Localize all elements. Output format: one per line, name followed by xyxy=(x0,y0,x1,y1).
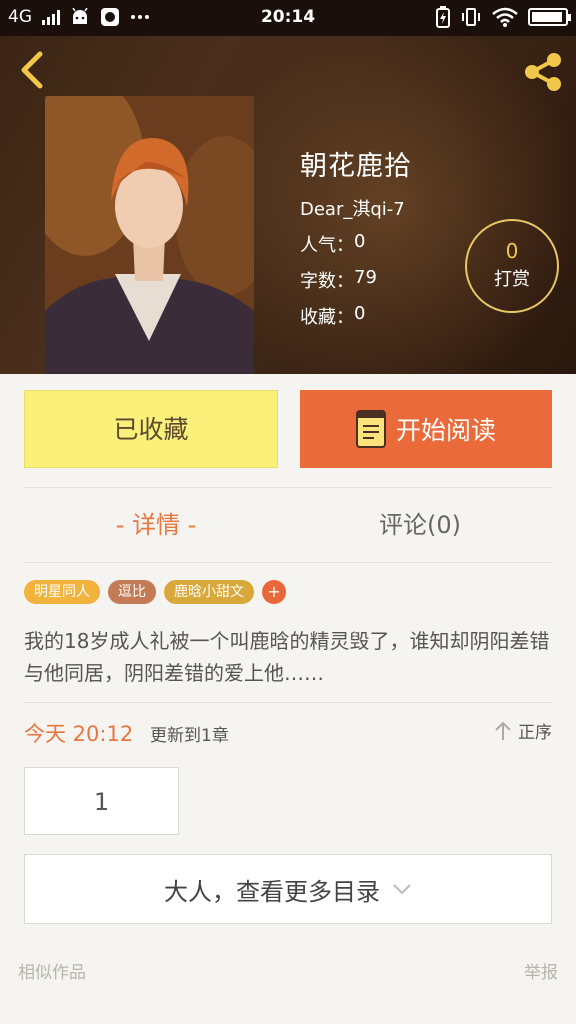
book-title: 朝花鹿拾 xyxy=(300,151,412,182)
report-link[interactable]: 举报 xyxy=(524,958,558,983)
update-date: 今天 20:12 xyxy=(24,722,134,746)
reward-label: 打赏 xyxy=(494,269,530,290)
divider xyxy=(24,487,552,488)
update-note: 更新到1章 xyxy=(150,726,229,746)
share-icon[interactable] xyxy=(520,50,566,94)
arrow-up-icon xyxy=(495,721,511,740)
stat-word-count: 字数： 79 xyxy=(300,267,412,293)
charging-icon xyxy=(436,6,450,28)
book-author[interactable]: Dear_淇qi-7 xyxy=(300,195,412,221)
status-right xyxy=(436,6,571,28)
tab-detail[interactable]: - 详情 - xyxy=(24,505,288,545)
add-tag-button[interactable]: + xyxy=(262,580,286,604)
book-summary: 我的18岁成人礼被一个叫鹿晗的精灵毁了，谁知却阴阳差错与他同居，阴阳差错的爱上他… xyxy=(24,629,550,685)
stat-value: 0 xyxy=(354,303,366,324)
chevron-down-icon xyxy=(393,884,411,895)
book-cover-image[interactable] xyxy=(45,96,254,374)
more-chapters-button[interactable]: 大人，查看更多目录 xyxy=(24,854,552,924)
stat-value: 79 xyxy=(354,267,377,288)
stat-popularity: 人气： 0 xyxy=(300,231,412,257)
reward-button[interactable]: 0 打赏 xyxy=(465,219,559,313)
more-chapters-label: 大人，查看更多目录 xyxy=(164,877,380,906)
book-header: 朝花鹿拾 Dear_淇qi-7 人气： 0 字数： 79 收藏： 0 0 打赏 xyxy=(0,36,576,374)
tag-list: 明星同人 逗比 鹿晗小甜文 + xyxy=(24,580,286,604)
stat-label: 收藏： xyxy=(300,307,354,328)
stat-label: 人气： xyxy=(300,235,354,256)
stat-label: 字数： xyxy=(300,271,354,292)
similar-works-link[interactable]: 相似作品 xyxy=(18,958,86,983)
divider xyxy=(24,702,552,703)
tag[interactable]: 明星同人 xyxy=(24,580,100,604)
favorite-button[interactable]: 已收藏 xyxy=(24,390,278,468)
reward-count: 0 xyxy=(505,239,519,263)
vibrate-icon xyxy=(462,8,480,26)
tag[interactable]: 逗比 xyxy=(108,580,156,604)
start-reading-button[interactable]: 开始阅读 xyxy=(300,390,552,468)
back-icon[interactable] xyxy=(14,50,50,90)
tab-comments[interactable]: 评论(0) xyxy=(288,505,552,545)
wifi-icon xyxy=(492,7,518,27)
book-info: 朝花鹿拾 Dear_淇qi-7 人气： 0 字数： 79 收藏： 0 xyxy=(300,144,412,339)
stat-favorites: 收藏： 0 xyxy=(300,303,412,329)
tag[interactable]: 鹿晗小甜文 xyxy=(164,580,254,604)
book-icon xyxy=(355,410,386,448)
sort-order-button[interactable]: 正序 xyxy=(494,718,552,743)
stat-value: 0 xyxy=(354,231,366,252)
chapter-item[interactable]: 1 xyxy=(24,767,179,835)
sort-order-label: 正序 xyxy=(518,723,552,743)
start-reading-label: 开始阅读 xyxy=(395,416,496,445)
status-bar: 4G 20:14 xyxy=(0,0,576,36)
divider xyxy=(24,562,552,563)
battery-icon xyxy=(528,8,571,26)
